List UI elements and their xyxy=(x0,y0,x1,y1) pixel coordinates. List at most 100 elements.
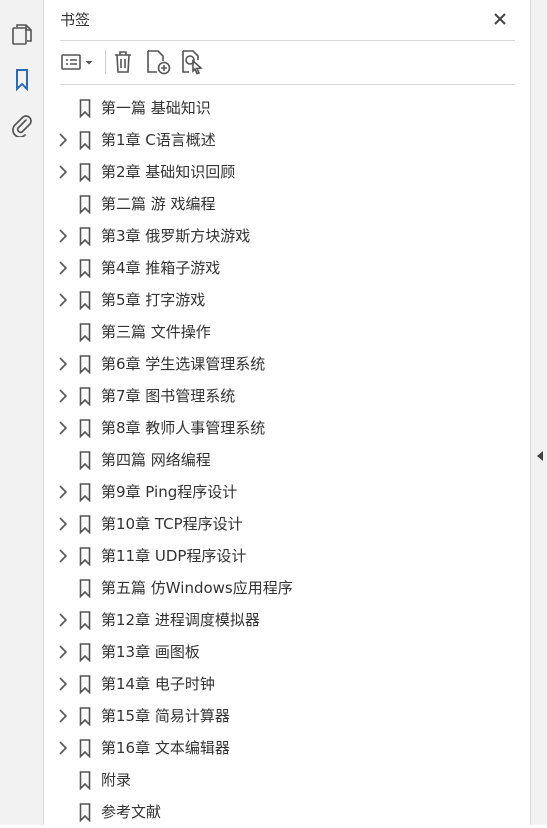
attachments-icon[interactable] xyxy=(10,113,34,137)
bookmark-label: 第7章 图书管理系统 xyxy=(101,387,236,405)
bookmark-item[interactable]: 第3章 俄罗斯方块游戏 xyxy=(45,220,530,252)
bookmark-item[interactable]: 第1章 C语言概述 xyxy=(45,124,530,156)
add-bookmark-button[interactable] xyxy=(145,48,171,76)
bookmark-label: 第14章 电子时钟 xyxy=(101,675,215,693)
bookmark-item[interactable]: 第五篇 仿Windows应用程序 xyxy=(45,572,530,604)
bookmark-icon xyxy=(78,418,92,438)
bookmark-tree: 第一篇 基础知识 第1章 C语言概述第2章 基础知识回顾 第二篇 游 戏编程第3章 … xyxy=(45,92,530,828)
delete-button[interactable] xyxy=(112,48,134,76)
bookmarks-panel: 书签 第一篇 基础知识 第1章 C语言概述 第2章 基础知识回顾 第二篇 游 戏… xyxy=(45,0,530,825)
bookmark-label: 第3章 俄罗斯方块游戏 xyxy=(101,227,251,245)
bookmark-icon xyxy=(78,578,92,598)
bookmark-label: 第12章 进程调度模拟器 xyxy=(101,611,260,629)
bookmark-icon xyxy=(78,770,92,790)
bookmark-label: 第一篇 基础知识 xyxy=(101,99,211,117)
bookmark-item[interactable]: 第四篇 网络编程 xyxy=(45,444,530,476)
bookmark-label: 参考文献 xyxy=(101,803,162,821)
bookmark-label: 第13章 画图板 xyxy=(101,643,200,661)
chevron-right-icon[interactable] xyxy=(56,133,70,147)
pages-icon[interactable] xyxy=(10,22,34,46)
find-bookmark-button[interactable] xyxy=(180,48,206,76)
bookmark-icon xyxy=(78,514,92,534)
bookmark-item[interactable]: 第16章 文本编辑器 xyxy=(45,732,530,764)
bookmark-item[interactable]: 第5章 打字游戏 xyxy=(45,284,530,316)
bookmark-icon xyxy=(78,98,92,118)
bookmarks-icon[interactable] xyxy=(10,68,34,92)
chevron-right-icon[interactable] xyxy=(56,293,70,307)
bookmark-icon xyxy=(78,258,92,278)
bookmark-item[interactable]: 第12章 进程调度模拟器 xyxy=(45,604,530,636)
bookmark-item[interactable]: 第11章 UDP程序设计 xyxy=(45,540,530,572)
bookmark-label: 第5章 打字游戏 xyxy=(101,291,206,309)
chevron-right-icon[interactable] xyxy=(56,165,70,179)
chevron-right-icon[interactable] xyxy=(56,549,70,563)
close-icon xyxy=(494,13,506,25)
bookmark-item[interactable]: 第8章 教师人事管理系统 xyxy=(45,412,530,444)
collapse-panel-button[interactable] xyxy=(535,448,544,464)
bookmark-item[interactable]: 第10章 TCP程序设计 xyxy=(45,508,530,540)
bookmark-icon xyxy=(78,450,92,470)
bookmark-label: 第2章 基础知识回顾 xyxy=(101,163,236,181)
chevron-right-icon[interactable] xyxy=(56,421,70,435)
chevron-right-icon[interactable] xyxy=(56,485,70,499)
bookmark-icon xyxy=(78,322,92,342)
options-button[interactable] xyxy=(60,48,98,76)
bookmark-label: 第8章 教师人事管理系统 xyxy=(101,419,266,437)
bookmark-item[interactable]: 第13章 画图板 xyxy=(45,636,530,668)
bookmark-item[interactable]: 第二篇 游 戏编程 xyxy=(45,188,530,220)
bookmark-item[interactable]: 第6章 学生选课管理系统 xyxy=(45,348,530,380)
chevron-right-icon[interactable] xyxy=(56,613,70,627)
bookmark-icon xyxy=(78,162,92,182)
bookmark-icon xyxy=(78,642,92,662)
chevron-right-icon[interactable] xyxy=(56,645,70,659)
bookmark-icon xyxy=(78,194,92,214)
bookmark-icon xyxy=(78,802,92,822)
bookmark-icon xyxy=(78,738,92,758)
bookmark-item[interactable]: 第2章 基础知识回顾 xyxy=(45,156,530,188)
bookmark-icon xyxy=(78,290,92,310)
bookmark-item[interactable]: 参考文献 xyxy=(45,796,530,828)
bookmark-icon xyxy=(78,674,92,694)
bookmark-label: 第4章 推箱子游戏 xyxy=(101,259,221,277)
bookmark-label: 第二篇 游 戏编程 xyxy=(101,195,216,213)
bookmark-label: 第11章 UDP程序设计 xyxy=(101,547,247,565)
chevron-right-icon[interactable] xyxy=(56,389,70,403)
bookmark-item[interactable]: 附录 xyxy=(45,764,530,796)
bookmark-icon xyxy=(78,546,92,566)
bookmark-icon xyxy=(78,706,92,726)
bookmark-item[interactable]: 第9章 Ping程序设计 xyxy=(45,476,530,508)
bookmark-item[interactable]: 第4章 推箱子游戏 xyxy=(45,252,530,284)
panel-title: 书签 xyxy=(60,11,91,29)
bookmark-icon xyxy=(78,130,92,150)
chevron-right-icon[interactable] xyxy=(56,261,70,275)
add-bookmark-icon xyxy=(147,50,171,75)
bookmark-icon xyxy=(78,226,92,246)
bookmark-label: 第9章 Ping程序设计 xyxy=(101,483,238,501)
bookmark-icon xyxy=(78,386,92,406)
chevron-right-icon[interactable] xyxy=(56,677,70,691)
chevron-right-icon[interactable] xyxy=(56,741,70,755)
bookmark-item[interactable]: 第7章 图书管理系统 xyxy=(45,380,530,412)
divider xyxy=(60,40,515,41)
bookmark-label: 附录 xyxy=(101,771,132,789)
chevron-right-icon[interactable] xyxy=(56,517,70,531)
collapse-arrow-icon xyxy=(536,451,543,461)
bookmark-label: 第五篇 仿Windows应用程序 xyxy=(101,579,293,597)
bookmark-item[interactable]: 第14章 电子时钟 xyxy=(45,668,530,700)
delete-icon xyxy=(115,51,131,73)
chevron-right-icon[interactable] xyxy=(56,229,70,243)
chevron-right-icon[interactable] xyxy=(56,357,70,371)
bookmark-label: 第15章 简易计算器 xyxy=(101,707,230,725)
find-bookmark-icon xyxy=(182,50,203,75)
bookmark-item[interactable]: 第一篇 基础知识 xyxy=(45,92,530,124)
bookmark-item[interactable]: 第15章 简易计算器 xyxy=(45,700,530,732)
chevron-right-icon[interactable] xyxy=(56,709,70,723)
bookmark-item[interactable]: 第三篇 文件操作 xyxy=(45,316,530,348)
bookmark-label: 第1章 C语言概述 xyxy=(101,131,216,149)
panel-splitter[interactable] xyxy=(530,0,547,825)
bookmarks-toolbar xyxy=(60,48,515,76)
bookmark-label: 第6章 学生选课管理系统 xyxy=(101,355,266,373)
navigation-rail xyxy=(0,0,44,825)
bookmark-label: 第三篇 文件操作 xyxy=(101,323,211,341)
close-button[interactable] xyxy=(490,9,510,29)
